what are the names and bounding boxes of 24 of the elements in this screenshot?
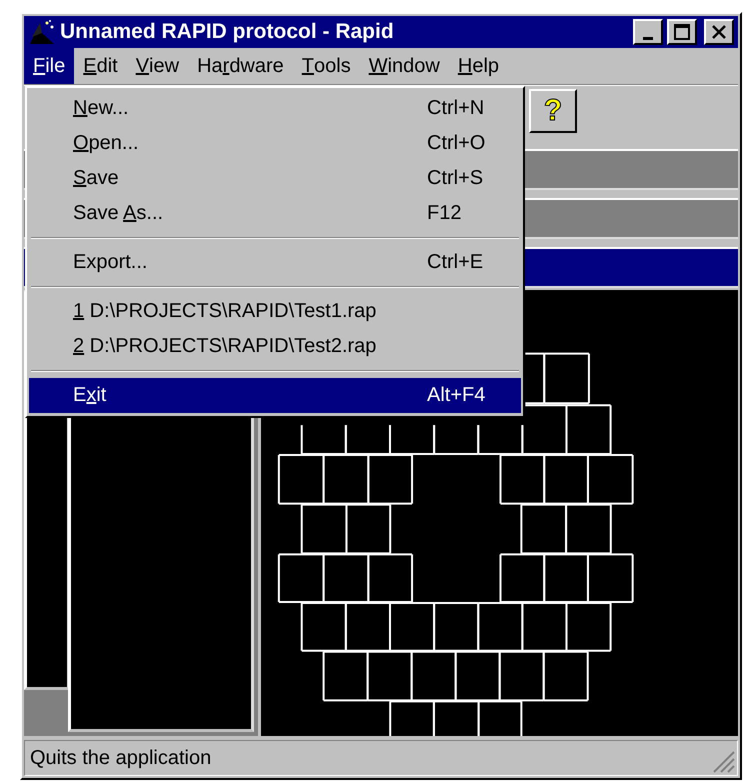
menu-entry[interactable]: Export... Ctrl+E <box>29 245 521 280</box>
menu-entry[interactable]: Save Ctrl+S <box>29 161 521 196</box>
minimize-button[interactable] <box>633 19 663 45</box>
menu-entry[interactable]: Open... Ctrl+O <box>29 126 521 161</box>
menu-entry[interactable]: 2 D:\PROJECTS\RAPID\Test2.rap <box>29 329 521 364</box>
menu-item[interactable]: Edit <box>74 48 127 84</box>
status-text: Quits the application <box>30 746 212 770</box>
menu-item[interactable]: Help <box>448 48 508 84</box>
close-button[interactable] <box>704 19 734 45</box>
menu-entry[interactable]: Save As... F12 <box>29 196 521 231</box>
menu-item[interactable]: File <box>24 48 74 84</box>
menu-entry[interactable]: 1 D:\PROJECTS\RAPID\Test1.rap <box>29 294 521 329</box>
menu-entry[interactable]: New... Ctrl+N <box>29 91 521 126</box>
menu-item[interactable]: View <box>126 48 188 84</box>
maximize-icon <box>674 24 690 40</box>
menu-item[interactable]: Hardware <box>188 48 293 84</box>
window-title: Unnamed RAPID protocol - Rapid <box>60 20 395 44</box>
app-icon <box>28 19 56 45</box>
minimize-icon <box>643 36 653 40</box>
close-icon <box>712 25 726 39</box>
maximize-button[interactable] <box>667 19 697 45</box>
menu-entry[interactable]: Exit Alt+F4 <box>29 378 521 413</box>
menu-item[interactable]: Tools <box>292 48 360 84</box>
menu-item[interactable]: Window <box>360 48 449 84</box>
